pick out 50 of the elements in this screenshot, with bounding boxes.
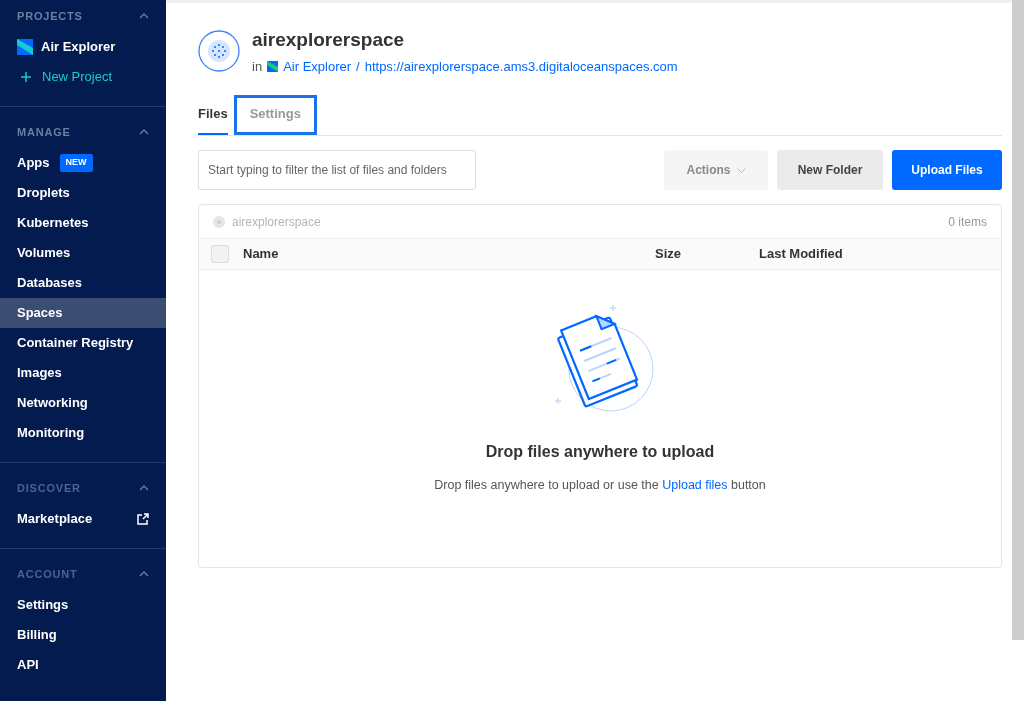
- section-heading: PROJECTS: [17, 8, 83, 24]
- scrollbar[interactable]: [1012, 0, 1024, 640]
- project-logo-icon: [17, 39, 33, 55]
- sidebar-item[interactable]: Apps NEW: [0, 148, 166, 178]
- space-icon: [213, 215, 225, 228]
- column-header[interactable]: Last Modified: [759, 244, 843, 264]
- space-url-link[interactable]: https://airexplorerspace.ams3.digitaloceanspaces.com: [364, 56, 678, 76]
- new-badge: NEW: [59, 154, 93, 172]
- chevron-up-icon[interactable]: [139, 571, 149, 577]
- upload-files-link[interactable]: Upload files: [662, 478, 728, 492]
- sidebar-item[interactable]: Droplets: [0, 178, 166, 208]
- sidebar-item[interactable]: API: [0, 650, 166, 680]
- filter-field[interactable]: Start typing to filter the list of files and folders: [198, 150, 476, 190]
- sidebar-item[interactable]: Marketplace: [0, 504, 166, 534]
- space-title: airexplorerspace: [252, 28, 406, 52]
- sidebar-item[interactable]: Air Explorer: [0, 32, 166, 62]
- section-heading: MANAGE: [17, 124, 71, 140]
- sidebar-item[interactable]: New Project: [0, 62, 166, 92]
- breadcrumb-separator: /: [356, 57, 360, 76]
- toolbar-button[interactable]: New Folder: [777, 150, 883, 190]
- sidebar-item[interactable]: Spaces: [0, 298, 166, 328]
- empty-state-description: Drop files anywhere to upload or use the Upload files button: [434, 477, 766, 494]
- sidebar-item[interactable]: Container Registry: [0, 328, 166, 358]
- item-count: 0 items: [948, 213, 987, 231]
- external-link-icon: [137, 513, 149, 525]
- project-logo-icon: [267, 60, 279, 72]
- plus-icon: [21, 72, 31, 82]
- empty-state-heading: Drop files anywhere to upload: [485, 442, 715, 462]
- section-heading: ACCOUNT: [17, 566, 78, 582]
- chevron-down-icon: [736, 167, 746, 173]
- sidebar-item[interactable]: Images: [0, 358, 166, 388]
- chevron-up-icon[interactable]: [139, 13, 149, 19]
- sidebar-item[interactable]: Databases: [0, 268, 166, 298]
- sidebar-item[interactable]: Monitoring: [0, 418, 166, 448]
- column-header[interactable]: Size: [655, 244, 759, 264]
- tab[interactable]: Files: [198, 95, 228, 135]
- space-icon: [198, 30, 240, 72]
- column-header[interactable]: Name: [243, 244, 655, 264]
- chevron-up-icon[interactable]: [139, 485, 149, 491]
- sidebar-item[interactable]: Settings: [0, 590, 166, 620]
- toolbar-button[interactable]: Upload Files: [892, 150, 1002, 190]
- sidebar-item[interactable]: Volumes: [0, 238, 166, 268]
- section-heading: DISCOVER: [17, 480, 81, 496]
- project-link[interactable]: Air Explorer: [283, 56, 352, 76]
- sidebar-item[interactable]: Kubernetes: [0, 208, 166, 238]
- select-all-checkbox[interactable]: [211, 245, 229, 263]
- breadcrumb-prefix: in: [252, 57, 263, 76]
- sidebar-item[interactable]: Networking: [0, 388, 166, 418]
- chevron-up-icon[interactable]: [139, 129, 149, 135]
- sidebar-item[interactable]: Billing: [0, 620, 166, 650]
